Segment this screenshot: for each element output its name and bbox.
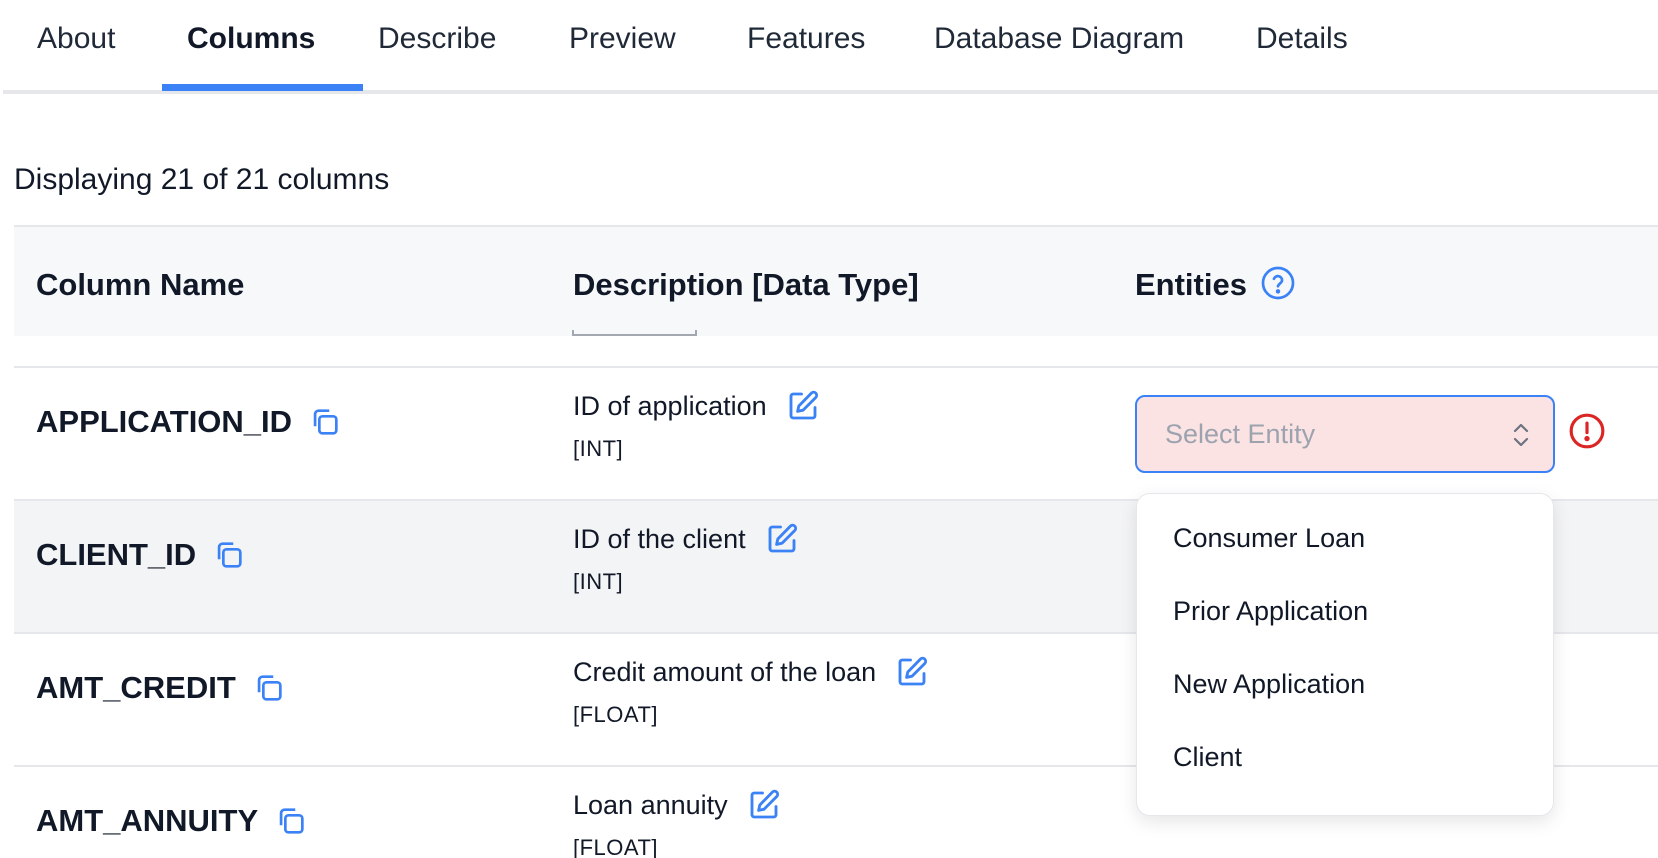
edit-icon[interactable] — [785, 388, 821, 424]
column-data-type: [FLOAT] — [573, 702, 658, 727]
copy-icon[interactable] — [308, 405, 342, 439]
copy-icon[interactable] — [274, 804, 308, 838]
edit-icon[interactable] — [746, 787, 782, 823]
table-header: Column Name Description [Data Type] Enti… — [14, 225, 1658, 336]
tab-bar: About Columns Describe Preview Features … — [3, 0, 1658, 94]
menu-option-client[interactable]: Client — [1173, 742, 1242, 773]
edit-icon[interactable] — [764, 521, 800, 557]
header-description: Description [Data Type] — [573, 267, 919, 302]
tab-preview[interactable]: Preview — [569, 0, 676, 94]
tab-describe[interactable]: Describe — [378, 0, 496, 94]
entity-dropdown-menu: Consumer Loan Prior Application New Appl… — [1136, 493, 1554, 816]
entity-select[interactable]: Select Entity — [1135, 395, 1555, 473]
tab-columns[interactable]: Columns — [187, 0, 315, 94]
edit-icon[interactable] — [894, 654, 930, 690]
chevron-up-down-icon — [1513, 423, 1529, 447]
scrolled-content-remnant — [572, 330, 697, 336]
column-name: AMT_CREDIT — [36, 670, 236, 705]
help-circle-icon[interactable] — [1260, 265, 1296, 301]
copy-icon[interactable] — [212, 538, 246, 572]
tab-about[interactable]: About — [37, 0, 115, 94]
column-description: Loan annuity — [573, 789, 728, 820]
column-data-type: [INT] — [573, 569, 624, 594]
column-data-type: [FLOAT] — [573, 835, 658, 858]
header-entities: Entities — [1135, 267, 1247, 302]
copy-icon[interactable] — [252, 671, 286, 705]
column-name: APPLICATION_ID — [36, 404, 293, 439]
column-description: Credit amount of the loan — [573, 656, 877, 687]
menu-option-prior-application[interactable]: Prior Application — [1173, 596, 1368, 627]
column-name: CLIENT_ID — [36, 537, 197, 572]
menu-option-new-application[interactable]: New Application — [1173, 669, 1365, 700]
column-count-summary: Displaying 21 of 21 columns — [14, 163, 390, 196]
alert-circle-icon — [1569, 413, 1605, 449]
header-column-name: Column Name — [36, 267, 245, 302]
column-description: ID of application — [573, 390, 767, 421]
column-data-type: [INT] — [573, 436, 624, 461]
column-description: ID of the client — [573, 523, 746, 554]
column-name: AMT_ANNUITY — [36, 803, 259, 838]
tab-features[interactable]: Features — [747, 0, 865, 94]
entity-select-placeholder: Select Entity — [1165, 419, 1316, 449]
tab-details[interactable]: Details — [1256, 0, 1348, 94]
menu-option-consumer-loan[interactable]: Consumer Loan — [1173, 523, 1365, 554]
tab-database-diagram[interactable]: Database Diagram — [934, 0, 1184, 94]
active-tab-indicator — [162, 84, 363, 91]
